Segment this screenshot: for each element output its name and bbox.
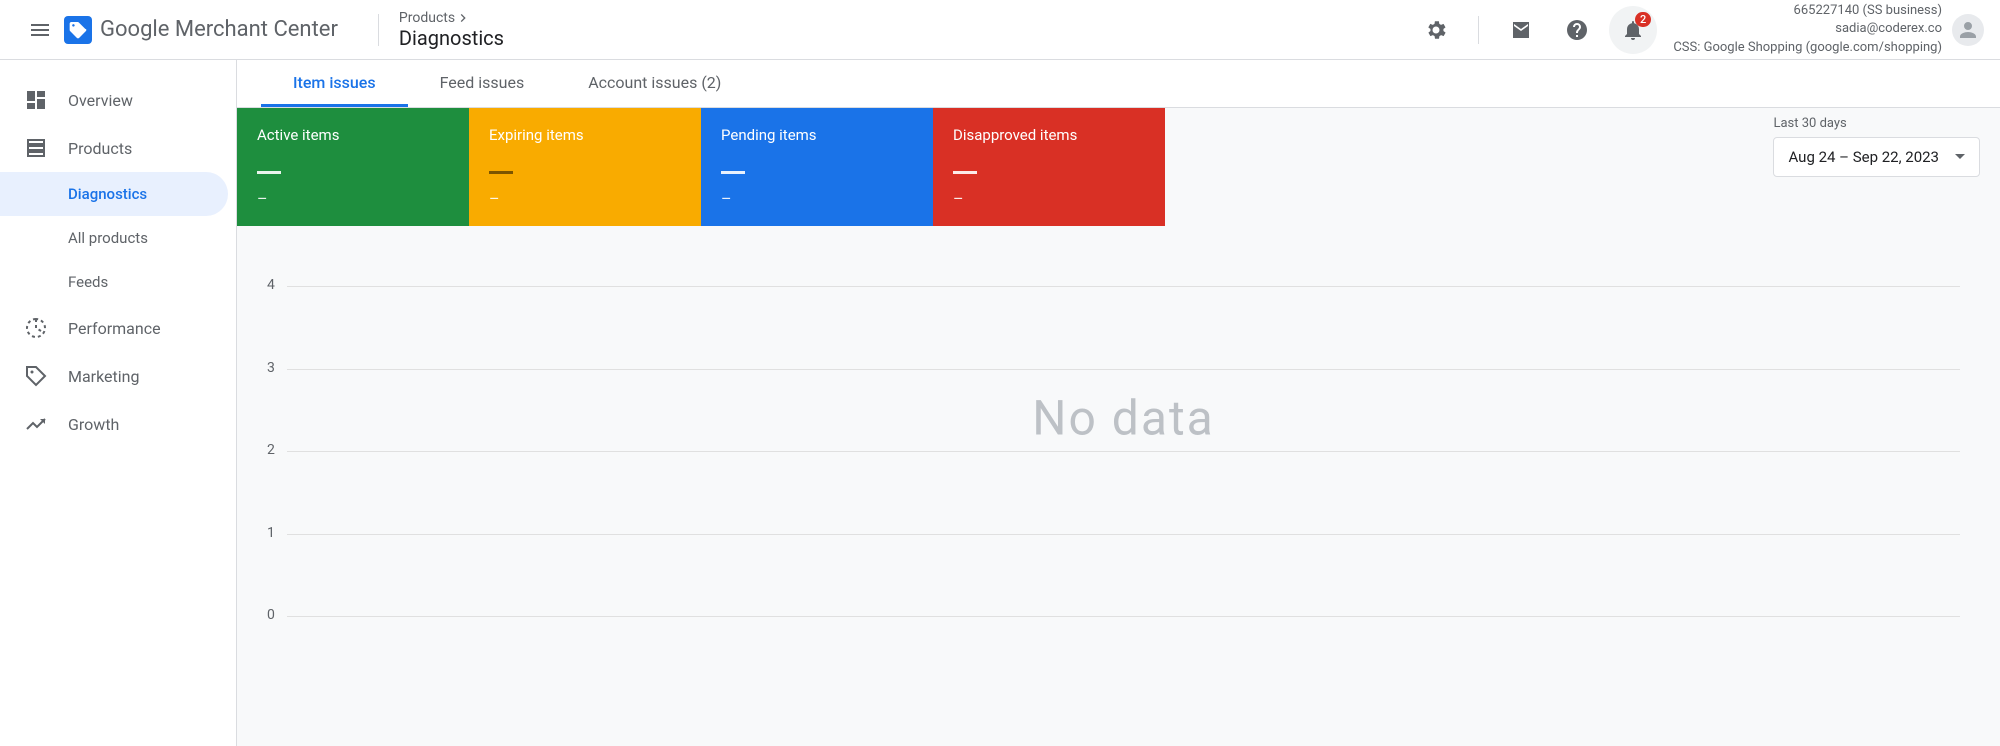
- tag-icon: [24, 364, 48, 388]
- help-button[interactable]: [1553, 6, 1601, 54]
- sidebar-item-label: Marketing: [68, 367, 139, 386]
- account-email: sadia@coderex.co: [1835, 20, 1942, 38]
- logo-text: Google Merchant Center: [100, 17, 338, 42]
- breadcrumb-parent[interactable]: Products: [399, 10, 455, 26]
- merchant-tag-icon: [64, 16, 92, 44]
- page-title: Diagnostics: [399, 26, 504, 50]
- sidebar-item-label: Overview: [68, 91, 133, 110]
- status-card-pending[interactable]: Pending items –: [701, 108, 933, 226]
- logo[interactable]: Google Merchant Center: [64, 16, 338, 44]
- status-label: Pending items: [721, 126, 913, 144]
- sidebar-item-growth[interactable]: Growth: [0, 400, 228, 448]
- notification-badge: 2: [1635, 12, 1651, 27]
- y-tick-label: 0: [267, 607, 275, 623]
- sidebar-item-label: Growth: [68, 415, 119, 434]
- status-sparkline: [721, 171, 745, 174]
- account-css: CSS: Google Shopping (google.com/shoppin…: [1673, 39, 1942, 57]
- tab-item-issues[interactable]: Item issues: [261, 60, 408, 107]
- performance-icon: [24, 316, 48, 340]
- status-sparkline: [953, 171, 977, 174]
- sidebar-item-diagnostics[interactable]: Diagnostics: [0, 172, 228, 216]
- settings-button[interactable]: [1412, 6, 1460, 54]
- y-tick-label: 3: [267, 360, 275, 376]
- status-cards: Active items – Expiring items – Pending …: [237, 108, 2000, 226]
- sidebar-item-overview[interactable]: Overview: [0, 76, 228, 124]
- sidebar-item-all-products[interactable]: All products: [0, 216, 228, 260]
- status-value: –: [721, 189, 913, 208]
- avatar[interactable]: [1952, 14, 1984, 46]
- status-label: Expiring items: [489, 126, 681, 144]
- date-picker-area: Last 30 days Aug 24 – Sep 22, 2023: [1773, 116, 1980, 177]
- divider: [1478, 16, 1479, 44]
- status-label: Active items: [257, 126, 449, 144]
- content-area: Active items – Expiring items – Pending …: [237, 108, 2000, 746]
- status-value: –: [257, 189, 449, 208]
- account-id: 665227140 (SS business): [1794, 2, 1942, 20]
- sidebar-item-label: Performance: [68, 319, 161, 338]
- dashboard-icon: [24, 88, 48, 112]
- date-range-select[interactable]: Aug 24 – Sep 22, 2023: [1773, 137, 1980, 177]
- hamburger-icon: [28, 18, 52, 42]
- status-sparkline: [489, 171, 513, 174]
- date-range-label: Last 30 days: [1773, 116, 1846, 131]
- main-content: Item issues Feed issues Account issues (…: [237, 60, 2000, 746]
- app-header: Google Merchant Center Products Diagnost…: [0, 0, 2000, 60]
- status-sparkline: [257, 171, 281, 174]
- gear-icon: [1424, 18, 1448, 42]
- sidebar-item-label: Products: [68, 139, 132, 158]
- sidebar-item-performance[interactable]: Performance: [0, 304, 228, 352]
- sidebar-item-feeds[interactable]: Feeds: [0, 260, 228, 304]
- tab-account-issues[interactable]: Account issues (2): [556, 60, 753, 107]
- y-tick-label: 1: [267, 525, 275, 541]
- y-tick-label: 4: [267, 277, 275, 293]
- header-actions: 2: [1412, 6, 1657, 54]
- sidebar-item-label: All products: [68, 229, 148, 247]
- breadcrumb: Products Diagnostics: [399, 10, 504, 50]
- sidebar-item-label: Diagnostics: [68, 185, 147, 203]
- divider: [378, 14, 379, 46]
- status-label: Disapproved items: [953, 126, 1145, 144]
- chart: 4 3 2 1 0 No data: [287, 286, 1960, 616]
- mail-button[interactable]: [1497, 6, 1545, 54]
- person-icon: [1956, 18, 1980, 42]
- status-value: –: [953, 189, 1145, 208]
- status-value: –: [489, 189, 681, 208]
- menu-button[interactable]: [16, 6, 64, 54]
- status-card-expiring[interactable]: Expiring items –: [469, 108, 701, 226]
- sidebar-item-marketing[interactable]: Marketing: [0, 352, 228, 400]
- tabs: Item issues Feed issues Account issues (…: [237, 60, 2000, 108]
- notifications-button[interactable]: 2: [1609, 6, 1657, 54]
- account-info: 665227140 (SS business) sadia@coderex.co…: [1673, 2, 1942, 57]
- list-icon: [24, 136, 48, 160]
- chart-empty-state: No data: [1032, 390, 1215, 447]
- mail-icon: [1509, 18, 1533, 42]
- tab-feed-issues[interactable]: Feed issues: [408, 60, 557, 107]
- sidebar-item-label: Feeds: [68, 273, 108, 291]
- y-tick-label: 2: [267, 442, 275, 458]
- status-card-disapproved[interactable]: Disapproved items –: [933, 108, 1165, 226]
- growth-icon: [24, 412, 48, 436]
- sidebar-item-products[interactable]: Products: [0, 124, 228, 172]
- date-range-value: Aug 24 – Sep 22, 2023: [1788, 148, 1939, 166]
- chevron-right-icon: [455, 10, 471, 26]
- sidebar: Overview Products Diagnostics All produc…: [0, 60, 237, 746]
- status-card-active[interactable]: Active items –: [237, 108, 469, 226]
- help-icon: [1565, 18, 1589, 42]
